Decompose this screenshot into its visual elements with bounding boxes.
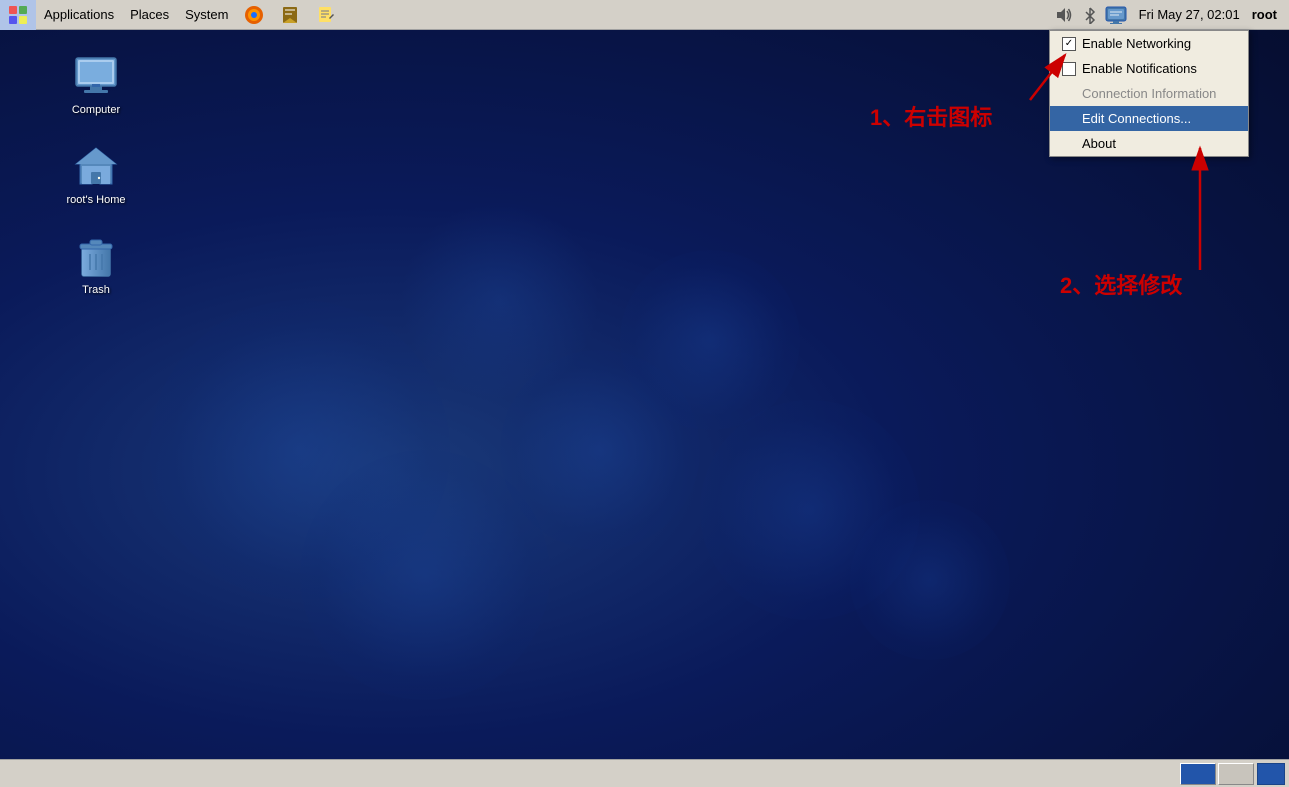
volume-tray-icon[interactable] <box>1053 4 1075 26</box>
applications-menu[interactable]: Applications <box>36 0 122 30</box>
computer-label: Computer <box>72 104 120 116</box>
menu-item-enable-networking[interactable]: ✓ Enable Networking <box>1050 31 1248 56</box>
home-icon-image <box>72 142 120 190</box>
notes-icon[interactable] <box>308 0 344 30</box>
taskbar-left: Applications Places System <box>0 0 1053 30</box>
network-tray-icon[interactable] <box>1105 4 1127 26</box>
menu-item-about[interactable]: About <box>1050 131 1248 156</box>
bottom-taskbar <box>0 759 1289 787</box>
workspace-2-button[interactable] <box>1218 763 1254 785</box>
desktop: Applications Places System <box>0 0 1289 787</box>
menu-item-enable-notifications[interactable]: Enable Notifications <box>1050 56 1248 81</box>
trash-icon-image <box>72 232 120 280</box>
computer-icon-image <box>72 52 120 100</box>
menu-item-connection-information: Connection Information <box>1050 81 1248 106</box>
trash-label: Trash <box>82 284 110 296</box>
annotation-select-modify: 2、选择修改 <box>1060 268 1182 300</box>
clock: Fri May 27, 02:01 <box>1131 7 1248 22</box>
workspace-1-button[interactable] <box>1180 763 1216 785</box>
window-list-button[interactable] <box>1257 763 1285 785</box>
system-menu[interactable]: System <box>177 0 236 30</box>
computer-icon[interactable]: Computer <box>56 48 136 120</box>
enable-notifications-checkbox[interactable] <box>1062 62 1076 76</box>
taskbar: Applications Places System <box>0 0 1289 30</box>
bookmarks-icon[interactable] <box>272 0 308 30</box>
applications-icon <box>8 5 28 25</box>
context-menu: ✓ Enable Networking Enable Notifications… <box>1049 30 1249 157</box>
taskbar-right: Fri May 27, 02:01 root <box>1053 4 1289 26</box>
trash-icon[interactable]: Trash <box>56 228 136 300</box>
annotation-right-click: 1、右击图标 <box>870 100 992 132</box>
home-label: root's Home <box>67 194 126 206</box>
home-icon[interactable]: root's Home <box>56 138 136 210</box>
workspace-switcher <box>1180 763 1254 785</box>
bluetooth-tray-icon[interactable] <box>1079 4 1101 26</box>
user-label: root <box>1252 7 1281 22</box>
applications-icon-area <box>0 0 36 30</box>
menu-item-edit-connections[interactable]: Edit Connections... <box>1050 106 1248 131</box>
firefox-icon[interactable] <box>236 0 272 30</box>
places-menu[interactable]: Places <box>122 0 177 30</box>
enable-networking-checkbox[interactable]: ✓ <box>1062 37 1076 51</box>
